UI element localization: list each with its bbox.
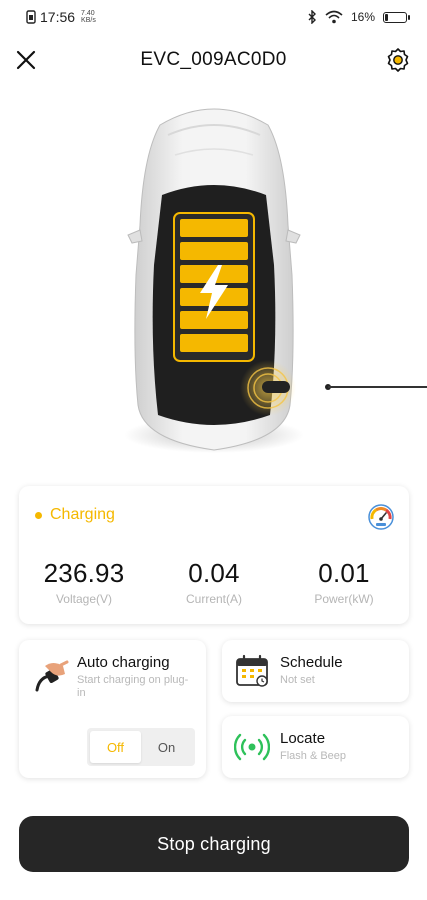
status-dot [35,511,42,519]
toggle-off-option[interactable]: Off [90,731,141,763]
sim-icon [26,10,36,24]
status-right: 16% [307,10,410,24]
clock: 17:56 [40,9,76,25]
auto-charging-toggle: Off On [87,728,195,766]
auto-charging-subtitle: Start charging on plug-in [77,674,189,699]
schedule-title: Schedule [280,654,343,671]
network-speed: 7.40 KB/s [81,10,96,24]
car-graphic [124,108,427,453]
auto-charging-card: Auto charging Start charging on plug-in … [19,640,206,778]
battery-icon [383,11,410,23]
schedule-card[interactable]: Schedule Not set [222,640,409,702]
charge-plug [262,381,290,393]
voltage-metric: 236.93 Voltage(V) [19,558,149,606]
calendar-icon [236,654,268,687]
page-title: EVC_009AC0D0 [140,49,287,70]
metrics-row: 236.93 Voltage(V) 0.04 Current(A) 0.01 P… [19,558,409,606]
schedule-subtitle: Not set [280,674,315,686]
bluetooth-icon [308,10,316,24]
power-value: 0.01 [318,558,370,588]
wifi-icon [325,10,343,24]
locate-subtitle: Flash & Beep [280,750,347,762]
status-left: 17:56 7.40 KB/s [26,9,96,25]
plug-icon [35,660,69,692]
toggle-on-option[interactable]: On [141,731,192,763]
stop-charging-button[interactable]: Stop charging [19,816,409,872]
power-label: Power(kW) [314,592,374,606]
right-mirror [285,229,301,244]
current-value: 0.04 [188,558,240,588]
close-icon[interactable] [14,48,38,72]
status-text: Charging [50,506,115,523]
battery-percent: 16% [350,10,375,24]
auto-charging-title: Auto charging [77,654,170,671]
status-bar: 17:56 7.40 KB/s 16% [0,0,427,34]
locate-title: Locate [280,730,326,747]
power-metric: 0.01 Power(kW) [279,558,409,606]
header: EVC_009AC0D0 [0,40,427,80]
battery-fill [385,13,388,21]
locate-card[interactable]: Locate Flash & Beep [222,716,409,778]
voltage-label: Voltage(V) [55,592,113,606]
car-illustration [0,95,427,465]
voltage-value: 236.93 [43,558,125,588]
gauge-icon[interactable] [367,503,395,531]
charging-status-card: Charging 236.93 Voltage(V) 0.04 Current(… [19,486,409,624]
signal-icon [234,733,270,761]
left-mirror [127,229,143,244]
charging-status: Charging [35,506,115,524]
current-label: Current(A) [185,592,242,606]
gear-icon[interactable] [385,47,411,73]
current-metric: 0.04 Current(A) [149,558,279,606]
